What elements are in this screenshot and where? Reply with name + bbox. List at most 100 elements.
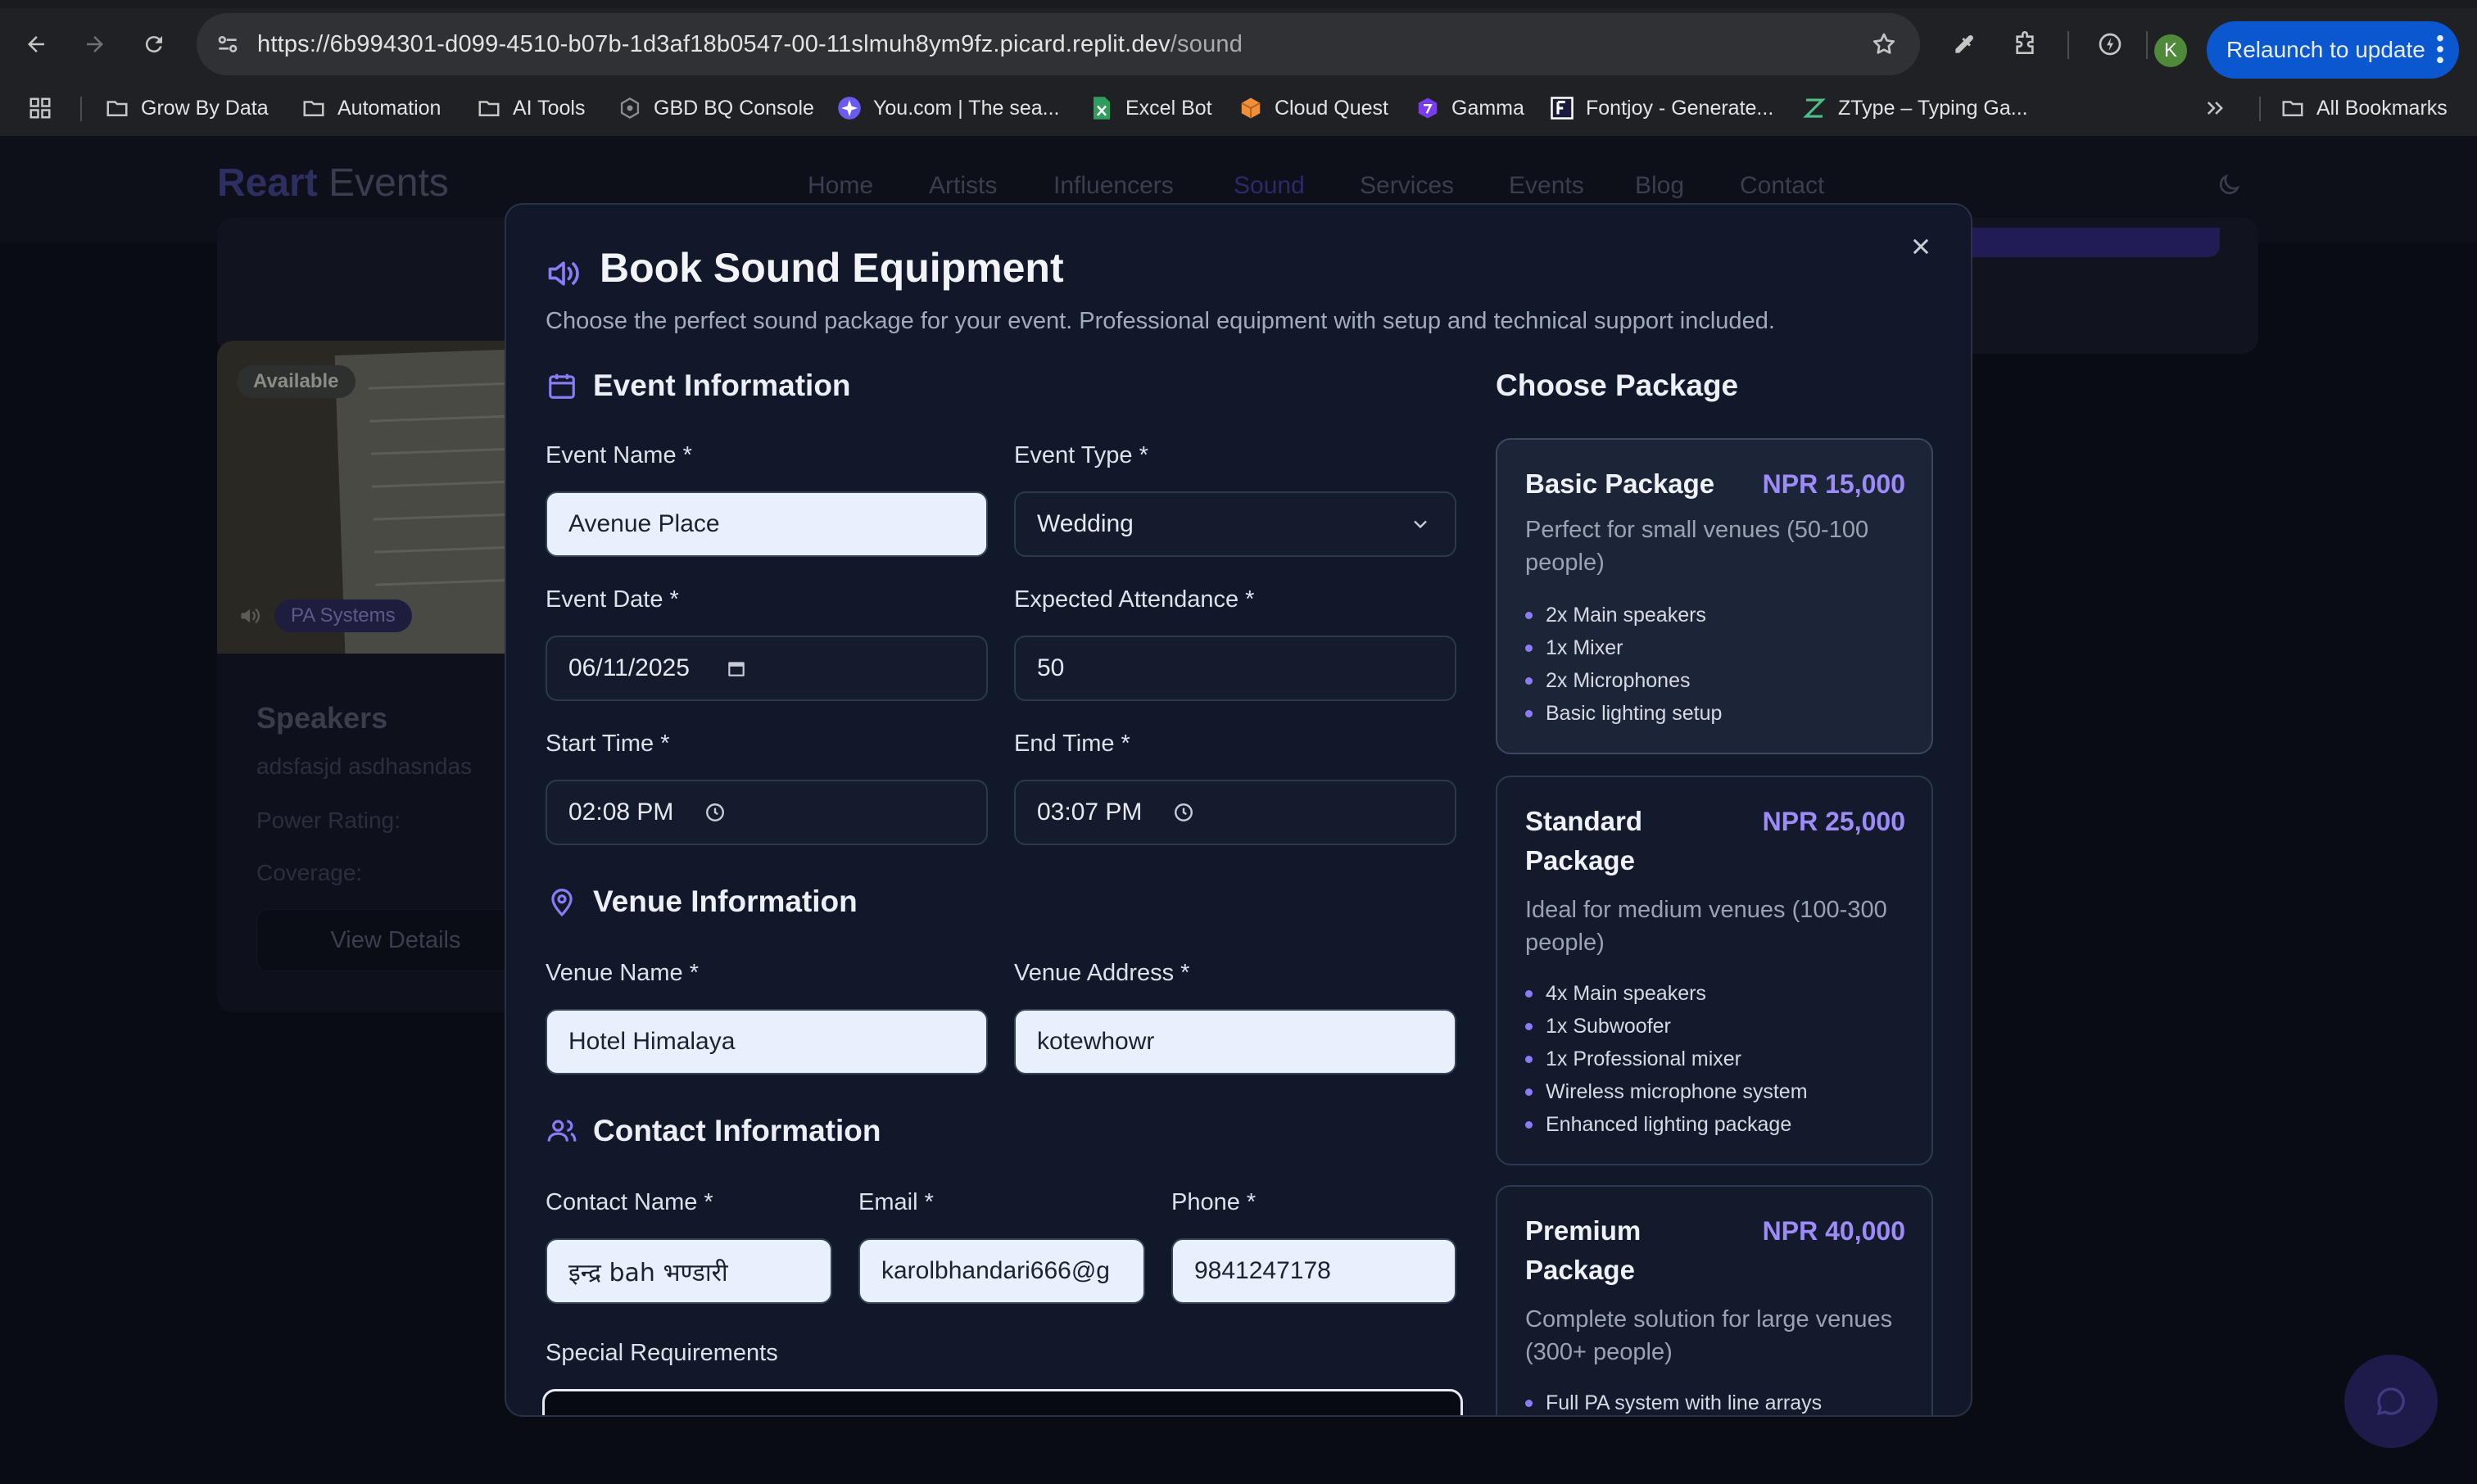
- relaunch-label: Relaunch to update: [2226, 37, 2425, 62]
- bookmark-cloud-quest[interactable]: Cloud Quest: [1238, 90, 1388, 126]
- star-icon[interactable]: [1871, 31, 1897, 61]
- cloud-quest-icon: [1238, 96, 1263, 120]
- logo-primary: Reart: [217, 161, 318, 205]
- event-name-value: Avenue Place: [568, 510, 720, 537]
- moon-icon[interactable]: [2216, 172, 2242, 202]
- chat-button[interactable]: [2344, 1355, 2438, 1448]
- bookmarks-divider: [2259, 97, 2261, 121]
- nav-artists[interactable]: Artists: [929, 172, 997, 200]
- browser-toolbar: https://6b994301-d099-4510-b07b-1d3af18b…: [0, 8, 2477, 80]
- bookmark-label: You.com | The sea...: [873, 96, 1060, 120]
- package-card-standard[interactable]: Standard Package NPR 25,000 Ideal for me…: [1496, 776, 1933, 1165]
- event-name-input[interactable]: Avenue Place: [546, 491, 988, 557]
- nav-sound[interactable]: Sound: [1234, 172, 1305, 200]
- clock-icon[interactable]: [1173, 802, 1194, 823]
- feature-item: Wireless microphone system: [1525, 1075, 1808, 1108]
- venue-address-input[interactable]: kotewhowr: [1014, 1009, 1456, 1075]
- event-type-value: Wedding: [1037, 510, 1134, 537]
- profile-avatar[interactable]: K: [2154, 34, 2187, 67]
- calendar-icon[interactable]: [726, 658, 747, 679]
- bookmarks-overflow-icon[interactable]: [2203, 90, 2226, 126]
- site-logo[interactable]: Reart Events: [217, 161, 449, 206]
- special-requirements-textarea[interactable]: [542, 1389, 1463, 1415]
- start-time-input[interactable]: 02:08 PM: [546, 780, 988, 845]
- view-details-button[interactable]: View Details: [256, 909, 535, 971]
- email-value: karolbhandari666@g: [881, 1257, 1110, 1284]
- bookmark-label: Cloud Quest: [1275, 96, 1388, 120]
- bookmark-gbd-bq-console[interactable]: GBD BQ Console: [618, 90, 814, 126]
- bookmark-ztype[interactable]: ZType – Typing Ga...: [1802, 90, 2028, 126]
- package-card-premium[interactable]: Premium Package NPR 40,000 Complete solu…: [1496, 1185, 1933, 1415]
- package-description: Complete solution for large venues (300+…: [1525, 1306, 1893, 1365]
- phone-input[interactable]: 9841247178: [1171, 1238, 1456, 1304]
- package-name: Basic Package: [1525, 468, 1715, 499]
- bookmark-fontjoy[interactable]: Fontjoy - Generate...: [1550, 90, 1773, 126]
- contact-info-header: Contact Information: [546, 1114, 881, 1148]
- venue-name-input[interactable]: Hotel Himalaya: [546, 1009, 988, 1075]
- event-info-header: Event Information: [546, 369, 851, 403]
- package-card-basic[interactable]: Basic Package NPR 15,000 Perfect for sma…: [1496, 438, 1933, 754]
- nav-contact[interactable]: Contact: [1740, 172, 1824, 200]
- attendance-input[interactable]: 50: [1014, 636, 1456, 701]
- bookmark-gamma[interactable]: Gamma: [1415, 90, 1524, 126]
- feature-item: Enhanced lighting package: [1525, 1108, 1808, 1141]
- bookmark-label: Grow By Data: [141, 96, 269, 120]
- event-date-input[interactable]: 06/11/2025: [546, 636, 988, 701]
- more-vertical-icon: [2436, 33, 2444, 71]
- site-settings-icon[interactable]: [215, 31, 241, 61]
- nav-home[interactable]: Home: [808, 172, 873, 200]
- modal-title: Book Sound Equipment: [600, 245, 1064, 291]
- bookmark-automation[interactable]: Automation: [301, 90, 441, 126]
- start-time-value: 02:08 PM: [568, 799, 674, 826]
- event-type-select[interactable]: Wedding: [1014, 491, 1456, 557]
- relaunch-button[interactable]: Relaunch to update: [2207, 21, 2459, 79]
- performance-icon[interactable]: [2087, 21, 2133, 67]
- bookmarks-bar: Grow By Data Automation AI Tools GBD BQ …: [0, 80, 2477, 136]
- feature-item: 2x Microphones: [1525, 664, 1722, 697]
- power-rating-label: Power Rating:: [256, 808, 401, 833]
- email-input[interactable]: karolbhandari666@g: [858, 1238, 1145, 1304]
- nav-events[interactable]: Events: [1509, 172, 1584, 200]
- folder-icon: [105, 96, 129, 120]
- start-time-label: Start Time *: [546, 731, 670, 757]
- equipment-name: Speakers: [256, 701, 388, 735]
- contact-name-input[interactable]: इन्द्र bah भण्डारी: [546, 1238, 832, 1304]
- coverage-label: Coverage:: [256, 860, 363, 885]
- address-bar[interactable]: https://6b994301-d099-4510-b07b-1d3af18b…: [197, 13, 1920, 75]
- nav-blog[interactable]: Blog: [1635, 172, 1684, 200]
- equipment-description: adsfasjd asdhasndas: [256, 753, 473, 779]
- apps-icon[interactable]: [28, 90, 52, 126]
- package-price: NPR 40,000: [1762, 1216, 1905, 1246]
- chevron-down-icon: [1409, 513, 1432, 542]
- forward-button[interactable]: [72, 21, 118, 67]
- eyedropper-icon[interactable]: [1941, 21, 1987, 67]
- arrow-right-icon: [87, 36, 103, 52]
- gamma-icon: [1415, 96, 1440, 120]
- end-time-label: End Time *: [1014, 731, 1130, 757]
- attendance-value: 50: [1037, 654, 1065, 681]
- bookmark-grow-by-data[interactable]: Grow By Data: [105, 90, 269, 126]
- folder-icon: [301, 96, 326, 120]
- clock-icon[interactable]: [704, 802, 726, 823]
- bookmark-ai-tools[interactable]: AI Tools: [477, 90, 585, 126]
- arrow-left-icon: [28, 36, 44, 52]
- end-time-input[interactable]: 03:07 PM: [1014, 780, 1456, 845]
- nav-services[interactable]: Services: [1360, 172, 1454, 200]
- folder-icon: [477, 96, 501, 120]
- feature-item: 1x Subwoofer: [1525, 1010, 1808, 1043]
- venue-info-header: Venue Information: [546, 885, 858, 919]
- all-bookmarks[interactable]: All Bookmarks: [2280, 90, 2448, 126]
- section-title: Venue Information: [593, 885, 858, 918]
- bookmark-label: Automation: [337, 96, 442, 120]
- package-features: 2x Main speakers 1x Mixer 2x Microphones…: [1525, 599, 1722, 730]
- extensions-icon[interactable]: [2002, 21, 2048, 67]
- back-button[interactable]: [13, 21, 59, 67]
- reload-button[interactable]: [131, 21, 177, 67]
- tab-strip: [0, 0, 2477, 8]
- nav-influencers[interactable]: Influencers: [1053, 172, 1174, 200]
- close-button[interactable]: [1904, 229, 1938, 264]
- volume-icon: [237, 604, 263, 631]
- bookmark-you-com[interactable]: You.com | The sea...: [837, 90, 1059, 126]
- end-time-value: 03:07 PM: [1037, 799, 1143, 826]
- bookmark-excel-bot[interactable]: Excel Bot: [1089, 90, 1212, 126]
